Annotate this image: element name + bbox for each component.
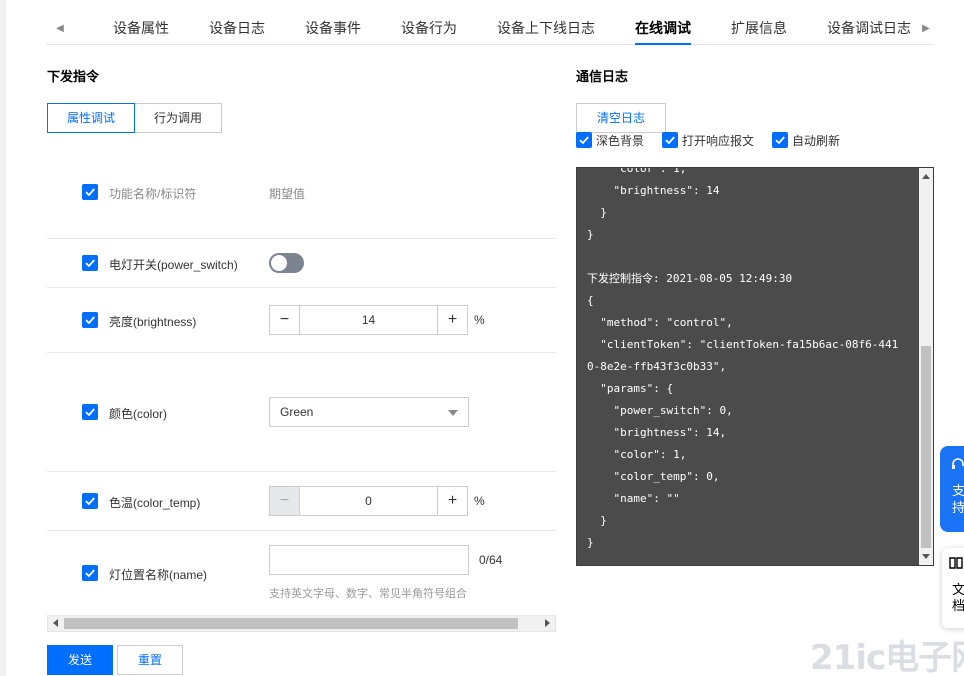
show-response-label: 打开响应报文 bbox=[682, 133, 755, 148]
color-temp-checkbox[interactable] bbox=[82, 493, 98, 509]
chevron-down-icon bbox=[448, 410, 458, 416]
tab-online-offline-logs[interactable]: 设备上下线日志 bbox=[497, 12, 595, 45]
tab-scroll-right-icon[interactable]: ▶ bbox=[920, 22, 932, 36]
name-input[interactable] bbox=[269, 545, 469, 575]
color-temp-value[interactable]: 0 bbox=[300, 487, 437, 515]
divider bbox=[47, 471, 556, 472]
scrollbar-thumb[interactable] bbox=[64, 618, 518, 629]
color-temp-label: 色温(color_temp) bbox=[109, 496, 201, 510]
tab-bar: ◀ 设备属性 设备日志 设备事件 设备行为 设备上下线日志 在线调试 扩展信息 … bbox=[46, 12, 934, 45]
color-selected-value: Green bbox=[280, 405, 314, 419]
tab-device-debug-logs[interactable]: 设备调试日志 bbox=[827, 12, 911, 45]
tab-scroll-left-icon[interactable]: ◀ bbox=[54, 22, 66, 36]
property-debug-button[interactable]: 属性调试 bbox=[47, 103, 136, 133]
tab-device-properties[interactable]: 设备属性 bbox=[113, 12, 169, 45]
power-switch-checkbox[interactable] bbox=[82, 255, 98, 271]
check-icon bbox=[775, 136, 785, 145]
clear-log-button[interactable]: 清空日志 bbox=[576, 103, 666, 133]
check-icon bbox=[85, 188, 95, 197]
check-icon bbox=[85, 408, 95, 417]
check-icon bbox=[665, 136, 675, 145]
tab-device-events[interactable]: 设备事件 bbox=[305, 12, 361, 45]
send-button[interactable]: 发送 bbox=[47, 645, 113, 675]
check-icon bbox=[579, 136, 589, 145]
check-icon bbox=[85, 569, 95, 578]
color-temp-stepper: − 0 + bbox=[269, 486, 468, 516]
color-label: 颜色(color) bbox=[109, 407, 168, 421]
brightness-stepper: − 14 + bbox=[269, 305, 468, 335]
scroll-down-icon[interactable] bbox=[922, 554, 930, 559]
divider bbox=[47, 287, 556, 288]
divider bbox=[47, 238, 556, 239]
name-column-header: 功能名称/标识符 bbox=[109, 187, 197, 201]
check-icon bbox=[85, 316, 95, 325]
tab-device-logs[interactable]: 设备日志 bbox=[209, 12, 265, 45]
divider bbox=[47, 530, 556, 531]
auto-refresh-checkbox[interactable] bbox=[772, 132, 788, 148]
name-checkbox[interactable] bbox=[82, 565, 98, 581]
brightness-checkbox[interactable] bbox=[82, 312, 98, 328]
color-checkbox[interactable] bbox=[82, 404, 98, 420]
horizontal-scrollbar[interactable] bbox=[47, 615, 556, 632]
check-icon bbox=[85, 497, 95, 506]
tab-device-actions[interactable]: 设备行为 bbox=[401, 12, 457, 45]
site-watermark: 21ic电子网 bbox=[810, 630, 964, 676]
brightness-value[interactable]: 14 bbox=[300, 306, 437, 334]
auto-refresh-option[interactable]: 自动刷新 bbox=[772, 132, 840, 148]
page: ◀ 设备属性 设备日志 设备事件 设备行为 设备上下线日志 在线调试 扩展信息 … bbox=[6, 0, 964, 676]
action-invoke-button[interactable]: 行为调用 bbox=[135, 103, 223, 133]
support-float-button[interactable]: 支持 bbox=[940, 446, 964, 532]
show-response-option[interactable]: 打开响应报文 bbox=[662, 132, 754, 148]
headset-icon bbox=[952, 458, 964, 469]
log-vertical-scrollbar[interactable] bbox=[919, 168, 933, 565]
brightness-decrement-button[interactable]: − bbox=[270, 306, 300, 334]
brightness-increment-button[interactable]: + bbox=[437, 306, 467, 334]
comm-log-title: 通信日志 bbox=[576, 69, 629, 84]
dark-bg-option[interactable]: 深色背景 bbox=[576, 132, 644, 148]
mode-switch: 属性调试 行为调用 bbox=[47, 103, 223, 133]
value-column-header: 期望值 bbox=[269, 187, 306, 201]
check-icon bbox=[85, 259, 95, 268]
show-response-checkbox[interactable] bbox=[662, 132, 678, 148]
divider bbox=[47, 352, 556, 353]
color-temp-decrement-button[interactable]: − bbox=[270, 487, 300, 515]
color-temp-unit: % bbox=[474, 494, 485, 508]
name-input-hint: 支持英文字母、数字、常见半角符号组合 bbox=[269, 588, 467, 600]
auto-refresh-label: 自动刷新 bbox=[792, 133, 841, 148]
brightness-label: 亮度(brightness) bbox=[109, 315, 197, 329]
book-icon bbox=[949, 557, 963, 569]
dark-bg-label: 深色背景 bbox=[596, 133, 645, 148]
name-label: 灯位置名称(name) bbox=[109, 568, 208, 582]
scroll-up-icon[interactable] bbox=[922, 174, 930, 179]
tab-online-debug[interactable]: 在线调试 bbox=[635, 12, 691, 45]
docs-float-button[interactable]: 文档 bbox=[942, 548, 964, 628]
power-switch-label: 电灯开关(power_switch) bbox=[109, 258, 238, 272]
power-switch-toggle[interactable] bbox=[269, 253, 304, 273]
log-text: "color": 1, "brightness": 14 } } 下发控制指令:… bbox=[587, 167, 899, 549]
color-select[interactable]: Green bbox=[269, 397, 469, 427]
scroll-left-icon[interactable] bbox=[53, 619, 58, 627]
tab-extension-info[interactable]: 扩展信息 bbox=[731, 12, 787, 45]
watermark-text: 21ic电子网 bbox=[810, 638, 964, 676]
brightness-unit: % bbox=[474, 313, 485, 327]
docs-label: 文档 bbox=[952, 582, 964, 613]
color-temp-increment-button[interactable]: + bbox=[437, 487, 467, 515]
toggle-knob bbox=[271, 255, 287, 271]
support-label: 支持 bbox=[952, 483, 964, 515]
log-panel[interactable]: "color": 1, "brightness": 14 } } 下发控制指令:… bbox=[576, 167, 934, 566]
reset-button[interactable]: 重置 bbox=[117, 645, 183, 675]
scroll-right-icon[interactable] bbox=[545, 619, 550, 627]
name-char-counter: 0/64 bbox=[479, 553, 503, 567]
send-command-title: 下发指令 bbox=[47, 69, 100, 84]
dark-bg-checkbox[interactable] bbox=[576, 132, 592, 148]
scrollbar-thumb[interactable] bbox=[921, 346, 931, 548]
select-all-checkbox[interactable] bbox=[82, 184, 98, 200]
